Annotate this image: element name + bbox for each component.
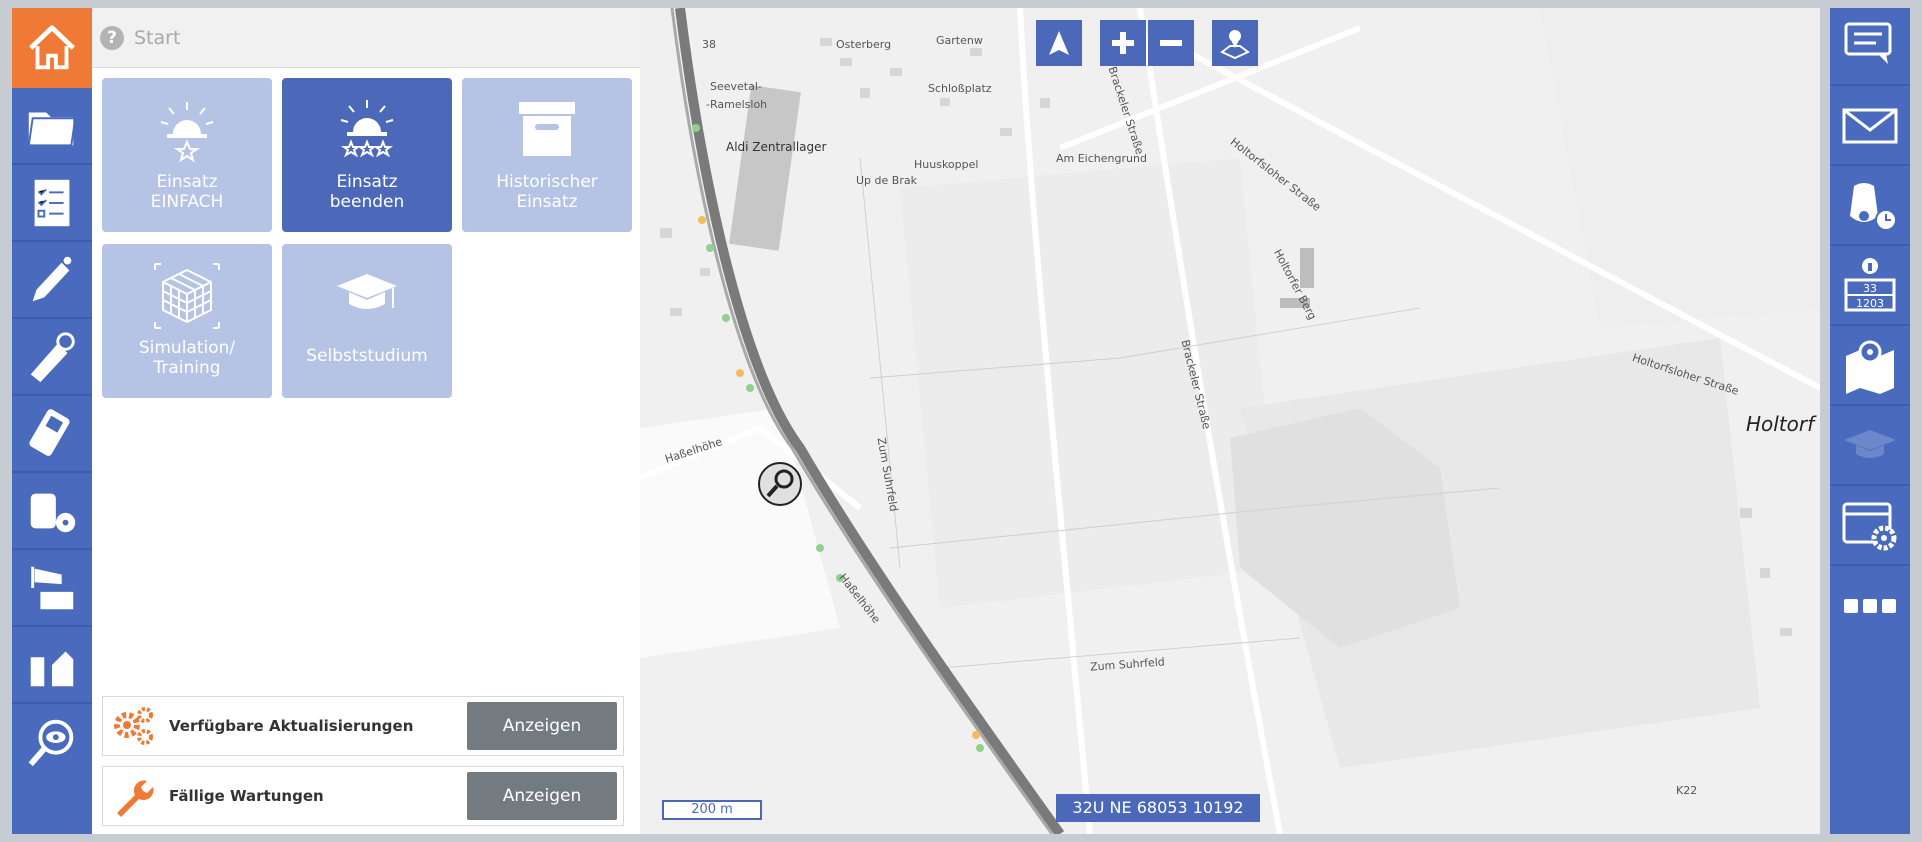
mail-button[interactable] xyxy=(1830,88,1910,166)
map-view[interactable]: Seevetal- -Ramelsloh Aldi Zentrallager O… xyxy=(640,8,1820,834)
tile-label: Simulation/ Training xyxy=(138,338,236,378)
chemicals-button[interactable] xyxy=(12,627,92,704)
map-label: Osterberg xyxy=(836,38,892,51)
tile-label: Einsatz EINFACH xyxy=(150,172,224,212)
minus-icon xyxy=(1160,40,1182,46)
envelope-icon xyxy=(1842,108,1898,144)
device-button[interactable] xyxy=(12,396,92,473)
right-nav-rail: 33 1203 xyxy=(1830,8,1910,834)
graduation-cap-icon xyxy=(337,274,397,309)
map-label: Schloßplatz xyxy=(928,82,992,95)
map-pin-button[interactable] xyxy=(1830,328,1910,406)
location-marker-icon[interactable] xyxy=(758,462,802,506)
window-gear-icon xyxy=(1842,502,1897,551)
map-base-layer xyxy=(640,8,1820,834)
tile-label: Selbststudium xyxy=(306,346,428,366)
chemical-bottles-icon xyxy=(30,650,74,686)
wind-button[interactable] xyxy=(12,550,92,627)
chat-bubble-icon xyxy=(1844,22,1892,64)
svg-text:1203: 1203 xyxy=(1856,297,1884,310)
training-button[interactable] xyxy=(1830,408,1910,486)
home-button[interactable] xyxy=(12,8,92,88)
files-button[interactable] xyxy=(12,88,92,165)
scale-bar: 200 m xyxy=(662,800,762,820)
panel-header: ? Start xyxy=(92,8,640,68)
messages-button[interactable] xyxy=(1830,8,1910,86)
detector-pen-icon xyxy=(32,256,72,301)
maintenance-bar: Fällige Wartungen Anzeigen xyxy=(102,766,624,826)
gas-detector-icon xyxy=(30,331,75,382)
updates-label: Verfügbare Aktualisierungen xyxy=(169,717,414,735)
map-label: Huuskoppel xyxy=(914,158,979,171)
gears-icon xyxy=(114,707,153,745)
measure-pen-button[interactable] xyxy=(12,242,92,319)
map-label: Holtorf xyxy=(1746,412,1815,436)
updates-bar: Verfügbare Aktualisierungen Anzeigen xyxy=(102,696,624,756)
alarm-light-three-stars-icon xyxy=(340,100,394,158)
handheld-device-icon xyxy=(29,408,70,456)
zoom-in-button[interactable] xyxy=(1100,20,1146,66)
folded-map-pin-icon xyxy=(1846,340,1894,394)
tile-einsatz-einfach[interactable]: Einsatz EINFACH xyxy=(102,78,272,232)
map-label: Up de Brak xyxy=(856,174,917,187)
show-updates-button[interactable]: Anzeigen xyxy=(467,702,617,750)
radiation-button[interactable] xyxy=(12,473,92,550)
breathing-mask-clock-icon xyxy=(1850,183,1897,231)
map-label: K22 xyxy=(1676,784,1698,797)
windsock-icon xyxy=(31,566,74,609)
map-marker-layer-icon xyxy=(1220,30,1250,60)
north-arrow-icon xyxy=(1049,31,1069,55)
more-dots-icon xyxy=(1844,599,1896,613)
tile-label: Einsatz beenden xyxy=(329,172,405,212)
svg-text:33: 33 xyxy=(1863,282,1877,295)
left-nav-rail xyxy=(12,8,92,834)
map-label: Gartenw xyxy=(936,34,983,47)
graduation-cap-icon xyxy=(1844,430,1896,458)
radiation-meter-icon xyxy=(30,493,76,532)
map-label: Aldi Zentrallager xyxy=(726,140,827,154)
magnifier-eye-icon xyxy=(28,719,74,766)
map-label: -Ramelsloh xyxy=(706,98,768,111)
settings-button[interactable] xyxy=(1830,488,1910,566)
home-icon xyxy=(29,25,75,70)
show-maintenance-button[interactable]: Anzeigen xyxy=(467,772,617,820)
tile-label: Historischer Einsatz xyxy=(496,172,598,212)
zoom-out-button[interactable] xyxy=(1148,20,1194,66)
tile-simulation-training[interactable]: Simulation/ Training xyxy=(102,244,272,398)
coordinate-readout: 32U NE 68053 10192 xyxy=(1056,794,1260,822)
archive-box-icon xyxy=(519,102,575,156)
maintenance-label: Fällige Wartungen xyxy=(169,787,324,805)
mask-timer-button[interactable] xyxy=(1830,168,1910,246)
checklist-button[interactable] xyxy=(12,165,92,242)
help-icon[interactable]: ? xyxy=(100,25,124,50)
plus-icon xyxy=(1112,32,1134,54)
tile-selbststudium[interactable]: Selbststudium xyxy=(282,244,452,398)
start-panel: ? Start Einsatz EINFACH Einsatz beenden … xyxy=(92,8,640,834)
hazard-info-button[interactable]: 33 1203 xyxy=(1830,248,1910,326)
inspect-button[interactable] xyxy=(12,704,92,781)
wrench-icon xyxy=(117,780,154,817)
tile-einsatz-beenden[interactable]: Einsatz beenden xyxy=(282,78,452,232)
north-arrow-button[interactable] xyxy=(1036,20,1082,66)
tile-historischer-einsatz[interactable]: Historischer Einsatz xyxy=(462,78,632,232)
cube-icon xyxy=(154,263,220,329)
map-label: Seevetal- xyxy=(710,80,762,93)
page-title: Start xyxy=(134,26,181,49)
map-layer-button[interactable] xyxy=(1212,20,1258,66)
gas-detector-button[interactable] xyxy=(12,319,92,396)
hazard-plate-info-icon: 33 1203 xyxy=(1844,258,1896,312)
checklist-icon xyxy=(34,179,70,226)
more-button[interactable] xyxy=(1830,568,1910,646)
folder-icon xyxy=(27,111,77,146)
alarm-light-one-star-icon xyxy=(160,102,214,163)
map-label: 38 xyxy=(702,38,716,51)
